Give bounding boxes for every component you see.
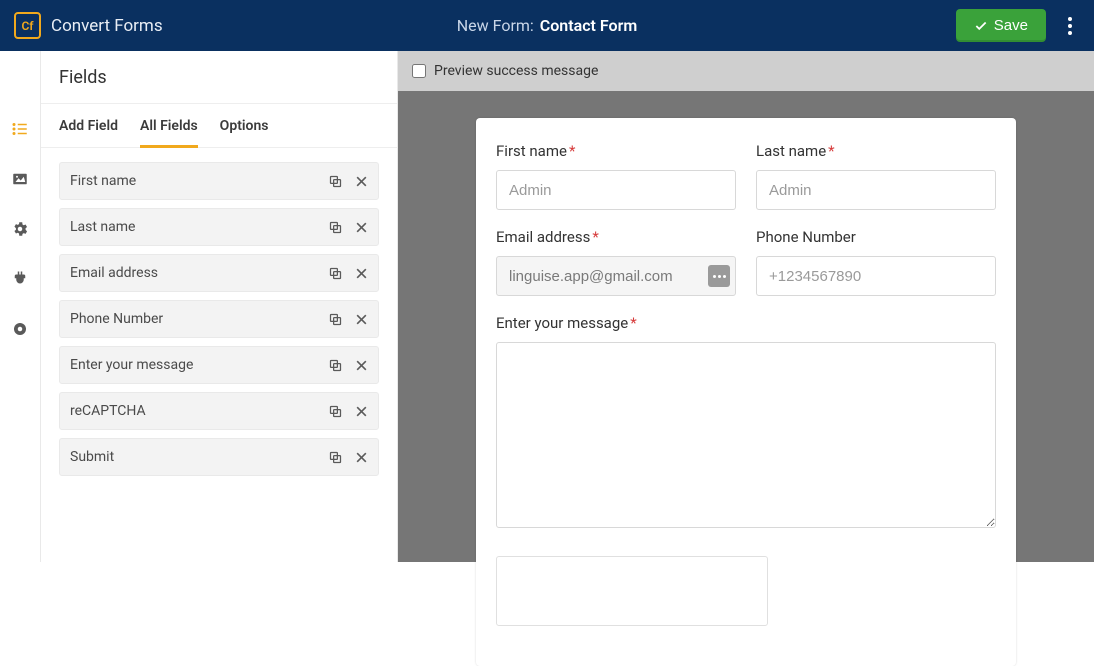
check-icon — [974, 19, 988, 33]
delete-icon[interactable] — [355, 220, 368, 235]
panel-tabs: Add Field All Fields Options — [41, 104, 397, 148]
field-item[interactable]: reCAPTCHA — [59, 392, 379, 430]
preview-canvas: Preview success message First name* Last… — [398, 51, 1094, 562]
phone-input[interactable] — [756, 256, 996, 296]
recaptcha-widget[interactable] — [496, 556, 768, 626]
field-item[interactable]: Last name — [59, 208, 379, 246]
fields-icon[interactable] — [10, 119, 30, 139]
first-name-label: First name* — [496, 142, 736, 160]
form-preview: First name* Last name* Email address* Ph… — [476, 118, 1016, 666]
save-label: Save — [994, 17, 1028, 34]
field-item[interactable]: Email address — [59, 254, 379, 292]
message-label: Enter your message* — [496, 314, 996, 332]
duplicate-icon[interactable] — [328, 220, 343, 235]
field-item[interactable]: Submit — [59, 438, 379, 476]
field-item-label: Enter your message — [70, 357, 328, 373]
behavior-icon[interactable] — [10, 319, 30, 339]
last-name-label: Last name* — [756, 142, 996, 160]
delete-icon[interactable] — [355, 450, 368, 465]
panel-title: Fields — [41, 51, 397, 104]
duplicate-icon[interactable] — [328, 404, 343, 419]
email-input[interactable] — [496, 256, 736, 296]
first-name-input[interactable] — [496, 170, 736, 210]
delete-icon[interactable] — [355, 358, 368, 373]
duplicate-icon[interactable] — [328, 174, 343, 189]
settings-icon[interactable] — [10, 219, 30, 239]
preview-success-checkbox[interactable] — [412, 64, 426, 78]
field-item-label: First name — [70, 173, 328, 189]
left-rail — [0, 51, 41, 562]
field-item[interactable]: First name — [59, 162, 379, 200]
field-item-label: Phone Number — [70, 311, 328, 327]
tab-add-field[interactable]: Add Field — [59, 104, 118, 147]
top-bar: Cf Convert Forms New Form: Contact Form … — [0, 0, 1094, 51]
field-item-label: reCAPTCHA — [70, 403, 328, 419]
form-title-name: Contact Form — [540, 16, 637, 35]
message-textarea[interactable] — [496, 342, 996, 528]
form-title: New Form: Contact Form — [457, 16, 638, 35]
phone-label: Phone Number — [756, 228, 996, 246]
preview-success-label: Preview success message — [434, 63, 598, 79]
brand-logo: Cf — [14, 12, 41, 39]
fields-panel: Fields Add Field All Fields Options Firs… — [41, 51, 398, 562]
delete-icon[interactable] — [355, 312, 368, 327]
tab-all-fields[interactable]: All Fields — [140, 104, 198, 147]
save-button[interactable]: Save — [956, 9, 1046, 42]
field-item-label: Email address — [70, 265, 328, 281]
brand-name: Convert Forms — [51, 16, 163, 36]
integrations-icon[interactable] — [10, 269, 30, 289]
field-item-label: Last name — [70, 219, 328, 235]
field-list: First name Last name Email address — [41, 148, 397, 490]
email-menu-icon[interactable] — [708, 265, 730, 287]
more-menu-button[interactable] — [1060, 12, 1080, 40]
delete-icon[interactable] — [355, 266, 368, 281]
duplicate-icon[interactable] — [328, 450, 343, 465]
preview-toolbar: Preview success message — [398, 51, 1094, 91]
delete-icon[interactable] — [355, 404, 368, 419]
field-item[interactable]: Phone Number — [59, 300, 379, 338]
duplicate-icon[interactable] — [328, 266, 343, 281]
form-title-prefix: New Form: — [457, 16, 534, 35]
duplicate-icon[interactable] — [328, 312, 343, 327]
delete-icon[interactable] — [355, 174, 368, 189]
duplicate-icon[interactable] — [328, 358, 343, 373]
brand: Cf Convert Forms — [14, 12, 163, 39]
field-item-label: Submit — [70, 449, 328, 465]
tab-options[interactable]: Options — [220, 104, 269, 147]
design-icon[interactable] — [10, 169, 30, 189]
field-item[interactable]: Enter your message — [59, 346, 379, 384]
last-name-input[interactable] — [756, 170, 996, 210]
email-label: Email address* — [496, 228, 736, 246]
